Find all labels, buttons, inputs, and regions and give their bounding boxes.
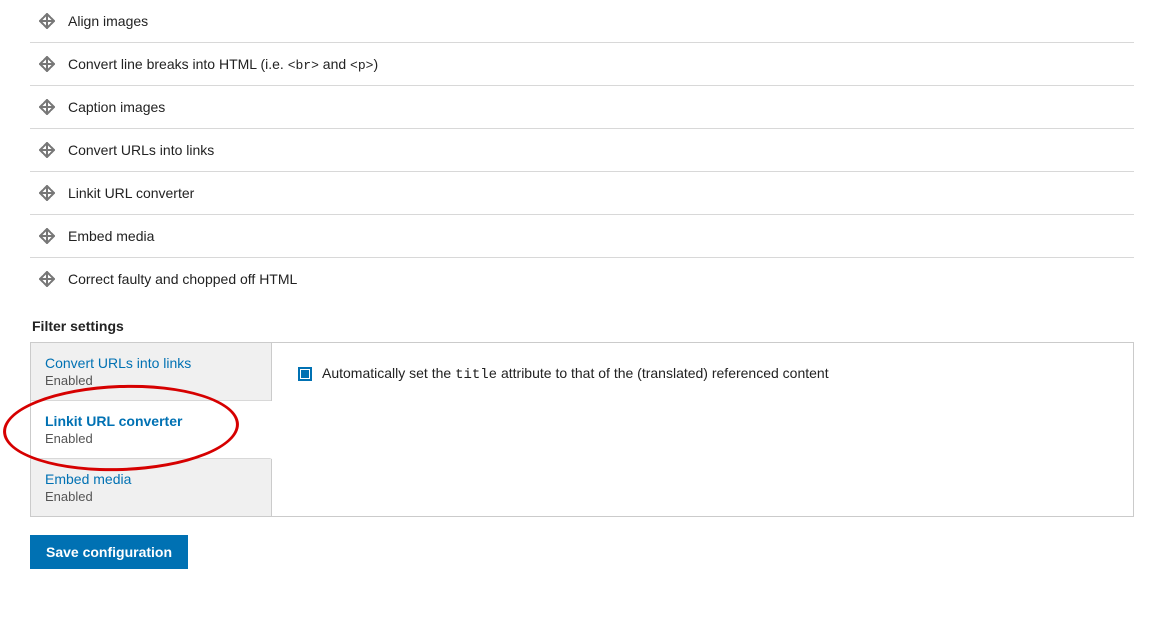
filter-label: Convert URLs into links [68,142,1126,158]
tab-status: Enabled [45,489,257,504]
drag-handle-icon[interactable] [38,98,56,116]
filter-settings-tabs: Convert URLs into links Enabled Linkit U… [31,343,272,516]
filter-row[interactable]: Convert line breaks into HTML (i.e. <br>… [30,43,1134,86]
tab-title: Embed media [45,471,257,487]
drag-handle-icon[interactable] [38,141,56,159]
auto-title-checkbox[interactable] [298,367,312,381]
tab-title: Linkit URL converter [45,413,256,429]
section-heading-filter-settings: Filter settings [32,318,1134,334]
filter-label: Embed media [68,228,1126,244]
tab-convert-urls[interactable]: Convert URLs into links Enabled [31,343,271,401]
filter-label: Convert line breaks into HTML (i.e. <br>… [68,56,1126,73]
drag-handle-icon[interactable] [38,270,56,288]
tab-embed-media[interactable]: Embed media Enabled [31,459,271,516]
filter-row[interactable]: Linkit URL converter [30,172,1134,215]
filter-label: Align images [68,13,1126,29]
filter-row[interactable]: Align images [30,0,1134,43]
filter-label: Correct faulty and chopped off HTML [68,271,1126,287]
drag-handle-icon[interactable] [38,184,56,202]
drag-handle-icon[interactable] [38,12,56,30]
filter-row[interactable]: Convert URLs into links [30,129,1134,172]
filter-row[interactable]: Caption images [30,86,1134,129]
save-configuration-button[interactable]: Save configuration [30,535,188,569]
drag-handle-icon[interactable] [38,227,56,245]
drag-handle-icon[interactable] [38,55,56,73]
filter-settings-block: Convert URLs into links Enabled Linkit U… [30,342,1134,517]
filter-settings-content: Automatically set the title attribute to… [272,343,1133,516]
filter-row[interactable]: Correct faulty and chopped off HTML [30,258,1134,300]
tab-status: Enabled [45,431,256,446]
filter-label: Caption images [68,99,1126,115]
filter-row[interactable]: Embed media [30,215,1134,258]
tab-linkit-url-converter[interactable]: Linkit URL converter Enabled [31,401,272,459]
tab-status: Enabled [45,373,257,388]
auto-title-label: Automatically set the title attribute to… [322,365,829,383]
filter-label: Linkit URL converter [68,185,1126,201]
checkbox-checked-icon [301,370,309,378]
tab-title: Convert URLs into links [45,355,257,371]
filter-order-list: Align images Convert line breaks into HT… [30,0,1134,300]
